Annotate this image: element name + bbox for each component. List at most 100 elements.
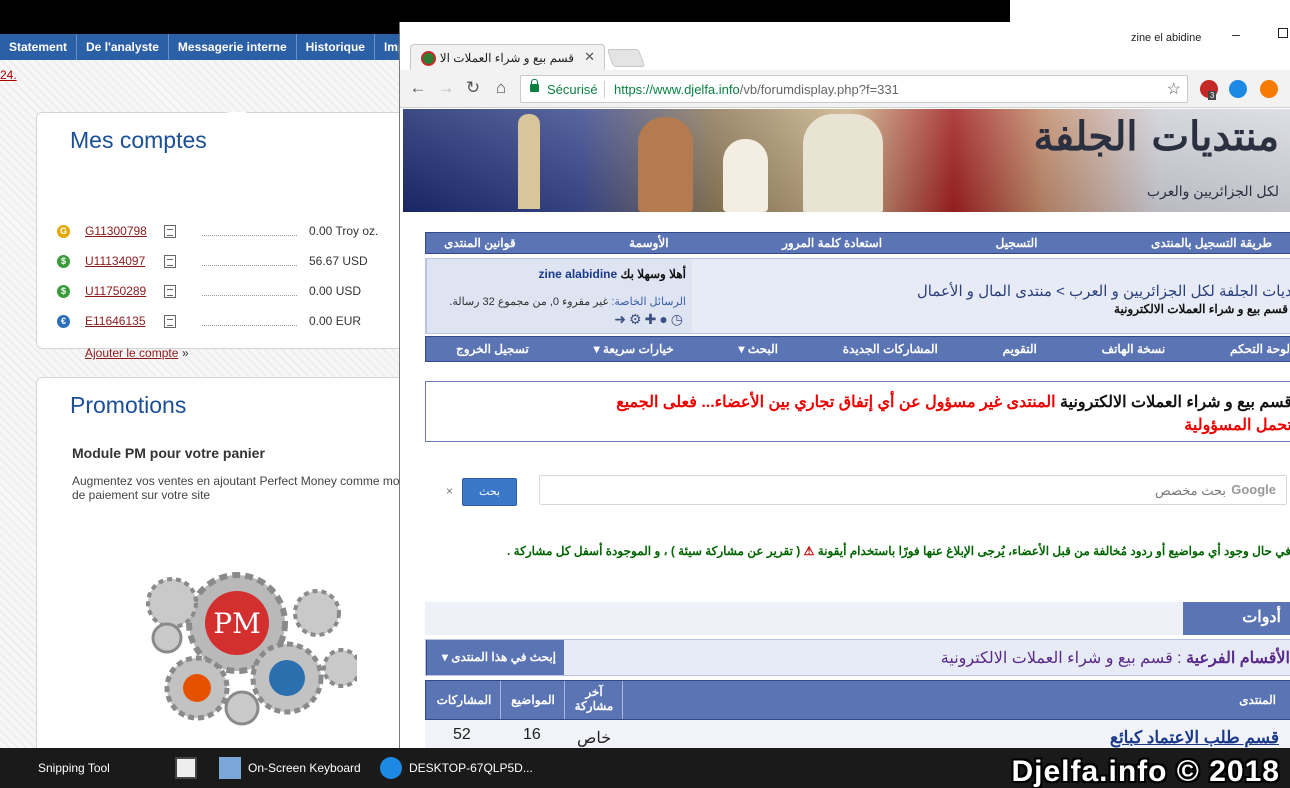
account-row: G G11300798 0.00 Troy oz. bbox=[57, 223, 400, 241]
accounts-card: Mes comptes G G11300798 0.00 Troy oz. $ … bbox=[36, 112, 400, 360]
chat-icon[interactable]: ● bbox=[659, 311, 670, 327]
row-topics: 16 bbox=[523, 726, 541, 743]
promo-text: Augmentez vos ventes en ajoutant Perfect… bbox=[72, 474, 400, 502]
dollar-coin-icon: $ bbox=[57, 255, 70, 268]
nav-taxes[interactable]: Impos bbox=[375, 34, 400, 60]
add-account-arrow: » bbox=[182, 346, 189, 360]
statement-icon[interactable] bbox=[164, 255, 176, 268]
child-image bbox=[723, 139, 768, 212]
row-posts: 52 bbox=[453, 726, 471, 743]
add-account-link[interactable]: Ajouter le compte bbox=[85, 346, 178, 360]
breadcrumb[interactable]: منتديات الجلفة لكل الجزائريين و العرب > … bbox=[917, 282, 1290, 300]
promo-heading: Module PM pour votre panier bbox=[72, 445, 265, 461]
clear-search-icon[interactable]: × bbox=[446, 484, 453, 498]
profile-name[interactable]: zine el abidine bbox=[1131, 32, 1201, 44]
topic-tools-tab[interactable]: أدوات المواضيع bbox=[1183, 602, 1290, 658]
menu-registration-method[interactable]: طريقة التسجيل بالمنتدى bbox=[1151, 233, 1272, 253]
nav-analyst[interactable]: De l'analyste bbox=[77, 34, 169, 60]
man-image bbox=[803, 114, 883, 212]
account-id[interactable]: E11646135 bbox=[85, 314, 146, 328]
divider bbox=[202, 325, 297, 326]
bookmark-star-icon[interactable]: ☆ bbox=[1167, 79, 1181, 99]
menu-register[interactable]: التسجيل bbox=[996, 233, 1038, 253]
private-messages-status[interactable]: الرسائل الخاصة: غير مقروء 0, من مجموع 32… bbox=[449, 295, 686, 308]
account-row: $ U11750289 0.00 USD bbox=[57, 283, 400, 301]
page-viewport: منتديات الجلفة لكل الجزائريين والعرب طري… bbox=[400, 109, 1290, 748]
taskbar-snipping-tool[interactable]: Snipping Tool bbox=[38, 748, 110, 788]
nav-logout[interactable]: تسجيل الخروج bbox=[456, 337, 529, 361]
nav-search[interactable]: البحث ▾ bbox=[738, 337, 778, 361]
tab-title: قسم بيع و شراء العملات الا bbox=[439, 51, 574, 65]
account-id[interactable]: U11134097 bbox=[85, 254, 145, 268]
top-navigation: Statement De l'analyste Messagerie inter… bbox=[0, 34, 400, 60]
subforum-link[interactable]: قسم طلب الاعتماد كبائع bbox=[1110, 728, 1279, 748]
clock-icon[interactable]: ◷ bbox=[671, 311, 686, 327]
report-instructions: في حال وجود أي مواضيع أو ردود مُخالفة من… bbox=[507, 544, 1290, 558]
url-text: https://www.djelfa.info/vb/forumdisplay.… bbox=[614, 82, 899, 97]
dollar-coin-icon: $ bbox=[57, 285, 70, 298]
topics-header: أدوات المواضيع bbox=[425, 602, 1290, 658]
close-tab-icon[interactable]: ✕ bbox=[584, 49, 595, 65]
address-bar[interactable]: Sécurisé https://www.djelfa.info/vb/foru… bbox=[520, 75, 1188, 103]
sub-navigation: لوحة التحكم نسخة الهاتف التقويم المشاركا… bbox=[425, 336, 1290, 362]
nav-control-panel[interactable]: لوحة التحكم bbox=[1230, 337, 1290, 361]
calculator-icon[interactable] bbox=[175, 757, 197, 779]
statement-icon[interactable] bbox=[164, 225, 176, 238]
logout-icon[interactable]: ➜ bbox=[614, 311, 629, 327]
forum-banner: منتديات الجلفة لكل الجزائريين والعرب bbox=[403, 109, 1290, 212]
nav-history[interactable]: Historique bbox=[297, 34, 375, 60]
menu-recover-password[interactable]: استعادة كلمة المرور bbox=[782, 233, 882, 253]
gold-coin-icon: G bbox=[57, 225, 70, 238]
browser-tab[interactable]: قسم بيع و شراء العملات الا ✕ bbox=[410, 44, 605, 70]
row-last-post: خاص bbox=[577, 730, 612, 747]
minimize-icon[interactable]: – bbox=[1232, 26, 1240, 42]
browser-window: قسم بيع و شراء العملات الا ✕ zine el abi… bbox=[399, 22, 1290, 748]
nav-mobile-version[interactable]: نسخة الهاتف bbox=[1102, 337, 1166, 361]
taskbar-onscreen-keyboard[interactable]: On-Screen Keyboard bbox=[248, 748, 361, 788]
reload-icon[interactable]: ↻ bbox=[463, 78, 483, 98]
table-row: قسم طلب الاعتماد كبائع خاص 16 52 bbox=[425, 720, 1290, 748]
menu-badges[interactable]: الأوسمة bbox=[629, 233, 668, 253]
background-page: Statement De l'analyste Messagerie inter… bbox=[0, 34, 400, 748]
nav-quick-options[interactable]: خيارات سريعة ▾ bbox=[594, 337, 674, 361]
screen: Statement De l'analyste Messagerie inter… bbox=[0, 0, 1290, 788]
forum-logo[interactable]: منتديات الجلفة bbox=[1033, 113, 1279, 160]
nav-statement[interactable]: Statement bbox=[0, 34, 78, 60]
plus-extension-icon[interactable] bbox=[1229, 80, 1247, 98]
google-logo: Google bbox=[1231, 482, 1276, 497]
new-tab-button[interactable] bbox=[606, 49, 646, 67]
username-link[interactable]: zine alabidine bbox=[538, 267, 617, 281]
nav-calendar[interactable]: التقويم bbox=[1003, 337, 1037, 361]
top-menu: طريقة التسجيل بالمنتدى التسجيل استعادة ك… bbox=[425, 232, 1290, 254]
custom-search-input[interactable]: بحث مخصص Google bbox=[539, 475, 1287, 505]
forward-arrow-icon[interactable]: → bbox=[436, 78, 456, 98]
account-id[interactable]: G11300798 bbox=[85, 224, 147, 238]
account-id[interactable]: U11750289 bbox=[85, 284, 146, 298]
statement-icon[interactable] bbox=[164, 315, 176, 328]
back-arrow-icon[interactable]: ← bbox=[408, 78, 428, 98]
statement-icon[interactable] bbox=[164, 285, 176, 298]
promotions-title: Promotions bbox=[70, 392, 187, 418]
notice-warning: المنتدى غير مسؤول عن أي إتفاق تجاري بين … bbox=[616, 394, 1056, 411]
search-in-forum-dropdown[interactable]: إبحث في هذا المنتدى ▾ bbox=[426, 640, 564, 675]
pm-logo-text: PM bbox=[213, 607, 261, 640]
subforums-title: الأقسام الفرعية : قسم بيع و شراء العملات… bbox=[940, 650, 1290, 667]
user-box: أهلا وسهلا بك zine alabidine الرسائل الخ… bbox=[426, 259, 692, 333]
menu-rules[interactable]: قوانين المنتدى bbox=[444, 233, 516, 253]
teamviewer-icon[interactable] bbox=[380, 757, 402, 779]
firefox-extension-icon[interactable] bbox=[1260, 80, 1278, 98]
search-button[interactable]: بحث bbox=[462, 478, 517, 506]
home-icon[interactable]: ⌂ bbox=[491, 78, 511, 98]
forum-table-header: المنتدى آخر مشاركة المواضيع المشاركات bbox=[425, 680, 1290, 720]
maximize-icon[interactable] bbox=[1278, 28, 1288, 38]
lock-icon bbox=[530, 79, 539, 92]
date-link[interactable]: 24. bbox=[0, 68, 17, 82]
add-user-icon[interactable]: ✚ bbox=[645, 311, 660, 327]
notice-forum-name: قسم بيع و شراء العملات الالكترونية bbox=[1060, 394, 1290, 411]
keyboard-icon[interactable] bbox=[219, 757, 241, 779]
nav-messaging[interactable]: Messagerie interne bbox=[169, 34, 297, 60]
taskbar-desktop-session[interactable]: DESKTOP-67QLP5D... bbox=[409, 748, 533, 788]
account-amount: 0.00 USD bbox=[309, 284, 362, 298]
nav-new-posts[interactable]: المشاركات الجديدة bbox=[843, 337, 938, 361]
gear-icon[interactable]: ⚙ bbox=[629, 311, 645, 327]
